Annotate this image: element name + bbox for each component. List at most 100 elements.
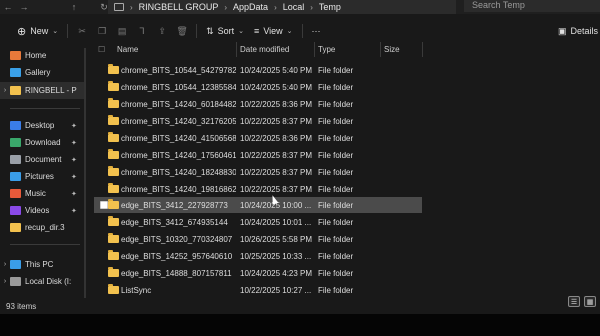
- item-count: 93 items: [6, 302, 37, 311]
- crumb-local[interactable]: Local: [283, 2, 305, 12]
- file-type: File folder: [318, 286, 354, 295]
- folder-icon: [108, 183, 119, 193]
- crumb-ringbell-group[interactable]: RINGBELL GROUP: [139, 2, 219, 12]
- chevron-right-icon[interactable]: ›: [0, 261, 10, 268]
- column-divider[interactable]: [236, 42, 237, 57]
- forward-icon[interactable]: →: [16, 0, 32, 14]
- folder-icon: [108, 284, 119, 294]
- file-row[interactable]: chrome_BITS_14240_19816862... 10/22/2025…: [94, 181, 422, 197]
- gallery-icon: [10, 68, 21, 77]
- nav-label: This PC: [25, 260, 54, 269]
- column-date[interactable]: Date modified: [240, 45, 289, 54]
- file-row[interactable]: chrome_BITS_10544_54279782 10/24/2025 5:…: [94, 62, 422, 78]
- divider: [10, 108, 80, 109]
- nav-local-disk[interactable]: › Local Disk (I:: [0, 273, 86, 290]
- file-row[interactable]: edge_BITS_14252_957640610 10/25/2025 10:…: [94, 248, 422, 264]
- file-list: ☐ Name Date modified Type Size chrome_BI…: [94, 42, 600, 302]
- chevron-down-icon: ⌄: [52, 28, 59, 35]
- file-type: File folder: [318, 168, 354, 177]
- file-type: File folder: [318, 151, 354, 160]
- delete-icon[interactable]: 🗑: [172, 26, 192, 37]
- chevron-right-icon[interactable]: ›: [0, 278, 10, 285]
- divider: [196, 24, 198, 38]
- pin-icon[interactable]: ✦: [71, 139, 77, 147]
- details-view-icon[interactable]: ☰: [568, 296, 580, 307]
- copy-icon[interactable]: ❐: [92, 26, 112, 37]
- file-name: chrome_BITS_14240_321762056: [121, 117, 236, 126]
- row-checkbox[interactable]: [100, 201, 108, 209]
- pin-icon[interactable]: ✦: [71, 156, 77, 164]
- nav-videos[interactable]: Videos ✦: [0, 202, 86, 219]
- rename-icon[interactable]: Ꞁ: [132, 26, 152, 37]
- column-size[interactable]: Size: [384, 45, 400, 54]
- sort-button[interactable]: ⇅ Sort ⌄: [201, 22, 249, 40]
- nav-scrollbar[interactable]: [84, 48, 86, 298]
- pin-icon[interactable]: ✦: [71, 190, 77, 198]
- pin-icon[interactable]: ✦: [71, 207, 77, 215]
- details-button[interactable]: ▣ Details: [558, 22, 598, 40]
- file-date: 10/22/2025 8:36 PM: [240, 100, 313, 109]
- file-row[interactable]: chrome_BITS_10544_12385584... 10/24/2025…: [94, 79, 422, 95]
- folder-icon: [10, 86, 21, 95]
- nav-label: Videos: [25, 206, 50, 215]
- column-divider[interactable]: [422, 42, 423, 57]
- nav-recup-dir[interactable]: recup_dir.3: [0, 219, 86, 236]
- file-name: chrome_BITS_10544_54279782: [121, 66, 236, 75]
- more-label: ···: [311, 26, 321, 36]
- chevron-right-icon[interactable]: ›: [0, 87, 10, 94]
- file-name: edge_BITS_3412_674935144: [121, 218, 228, 227]
- nav-documents[interactable]: Document ✦: [0, 151, 86, 168]
- nav-home[interactable]: Home: [0, 47, 86, 64]
- column-name[interactable]: Name: [117, 45, 138, 54]
- file-row-selected[interactable]: edge_BITS_3412_227928773 10/24/2025 10:0…: [94, 197, 422, 213]
- sort-icon: ⇅: [206, 25, 214, 36]
- file-row[interactable]: chrome_BITS_14240_17560461... 10/22/2025…: [94, 147, 422, 163]
- folder-icon: [108, 199, 119, 209]
- share-icon[interactable]: ⇪: [152, 26, 172, 37]
- file-name: edge_BITS_14888_807157811: [121, 269, 232, 278]
- pin-icon[interactable]: ✦: [71, 173, 77, 181]
- file-row[interactable]: chrome_BITS_14240_18248830... 10/22/2025…: [94, 164, 422, 180]
- file-row[interactable]: chrome_BITS_14240_415065686 10/22/2025 8…: [94, 130, 422, 146]
- breadcrumb[interactable]: › RINGBELL GROUP › AppData › Local › Tem…: [108, 0, 456, 14]
- back-icon[interactable]: ←: [0, 0, 16, 14]
- column-divider[interactable]: [314, 42, 315, 57]
- new-button[interactable]: ⊕ New ⌄: [12, 22, 63, 40]
- nav-label: Home: [25, 51, 47, 60]
- crumb-temp[interactable]: Temp: [319, 2, 341, 12]
- cut-icon[interactable]: ✂: [72, 26, 92, 37]
- select-all-icon[interactable]: ☐: [98, 45, 105, 54]
- paste-icon[interactable]: ▤: [112, 26, 132, 37]
- nav-pictures[interactable]: Pictures ✦: [0, 168, 86, 185]
- column-divider[interactable]: [380, 42, 381, 57]
- screen-bottom-edge: [0, 314, 600, 336]
- search-input[interactable]: Search Temp: [464, 0, 600, 12]
- nav-desktop[interactable]: Desktop ✦: [0, 117, 86, 134]
- crumb-appdata[interactable]: AppData: [233, 2, 268, 12]
- up-icon[interactable]: ↑: [66, 0, 82, 14]
- tiles-view-icon[interactable]: ▦: [584, 296, 596, 307]
- nav-ringbell[interactable]: › RINGBELL - P: [0, 82, 86, 99]
- file-row[interactable]: chrome_BITS_14240_321762056 10/22/2025 8…: [94, 113, 422, 129]
- file-date: 10/24/2025 5:40 PM: [240, 66, 313, 75]
- file-date: 10/25/2025 10:33 ...: [240, 252, 312, 261]
- view-button[interactable]: ≡ View ⌄: [249, 22, 298, 40]
- file-name: chrome_BITS_10544_12385584...: [121, 83, 236, 92]
- column-type[interactable]: Type: [318, 45, 335, 54]
- nav-gallery[interactable]: Gallery: [0, 64, 86, 81]
- nav-music[interactable]: Music ✦: [0, 185, 86, 202]
- nav-downloads[interactable]: Download ✦: [0, 134, 86, 151]
- pin-icon[interactable]: ✦: [71, 122, 77, 130]
- file-row[interactable]: edge_BITS_3412_674935144 10/24/2025 10:0…: [94, 214, 422, 230]
- file-type: File folder: [318, 185, 354, 194]
- more-options-button[interactable]: ···: [307, 22, 326, 40]
- file-name: chrome_BITS_14240_19816862...: [121, 185, 236, 194]
- file-row[interactable]: edge_BITS_14888_807157811 10/24/2025 4:2…: [94, 265, 422, 281]
- file-type: File folder: [318, 218, 354, 227]
- file-row[interactable]: edge_BITS_10320_770324807 10/26/2025 5:5…: [94, 231, 422, 247]
- file-row[interactable]: ListSync 10/22/2025 10:27 ... File folde…: [94, 282, 422, 298]
- nav-this-pc[interactable]: › This PC: [0, 256, 86, 273]
- nav-label: Document: [25, 155, 62, 164]
- file-row[interactable]: chrome_BITS_14240_60184482 10/22/2025 8:…: [94, 96, 422, 112]
- folder-icon: [108, 233, 119, 243]
